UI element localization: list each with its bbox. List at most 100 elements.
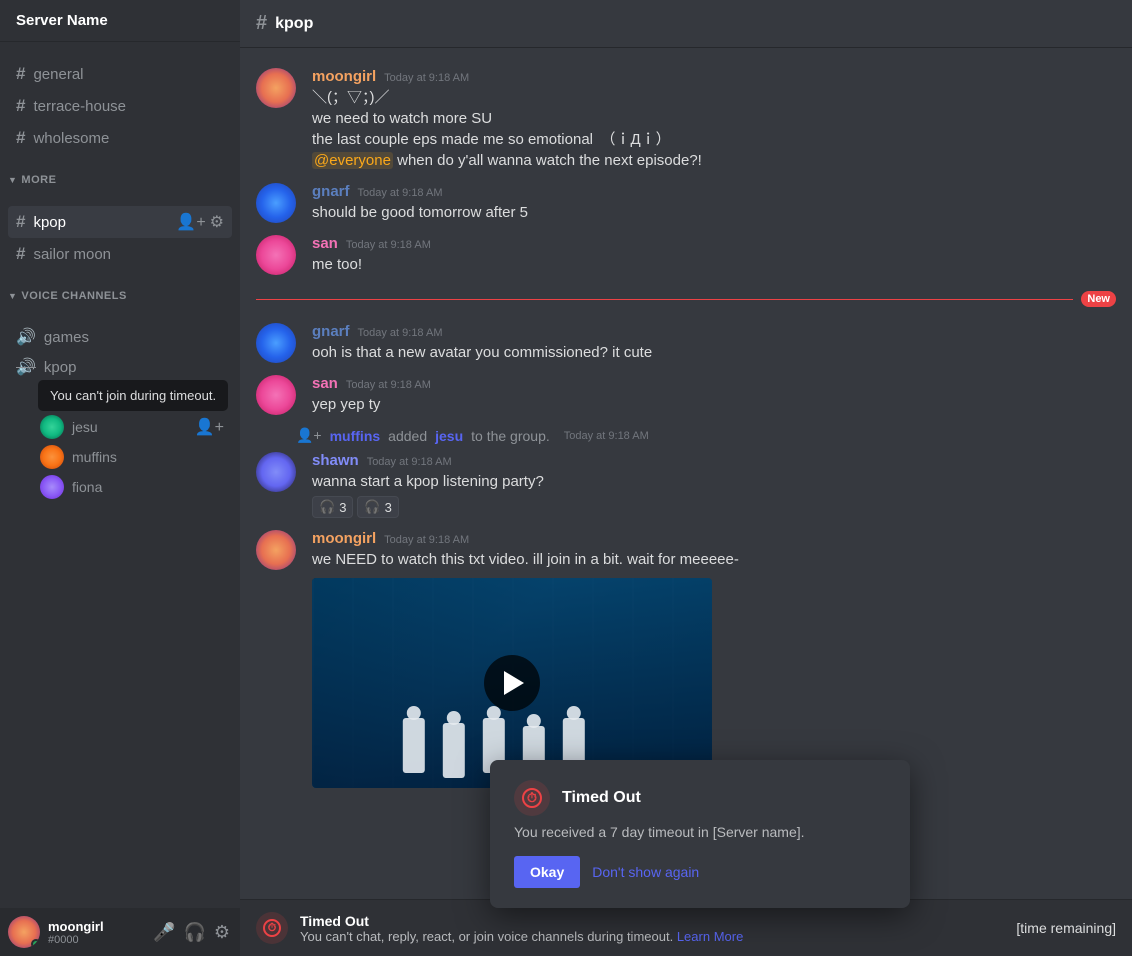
message-header-2: gnarf Today at 9:18 AM — [312, 183, 1116, 200]
video-embed[interactable] — [312, 578, 712, 788]
message-text-1d: @everyone when do y'all wanna watch the … — [312, 150, 1116, 171]
system-timestamp: Today at 9:18 AM — [564, 430, 649, 442]
message-group-moongirl-2: moongirl Today at 9:18 AM we NEED to wat… — [240, 526, 1132, 792]
timeout-bar-title: Timed Out — [300, 913, 1004, 929]
system-text-added: added — [388, 428, 427, 444]
text-channels-section: # general # terrace-house # wholesome — [0, 42, 240, 158]
settings-icon[interactable]: ⚙ — [212, 920, 232, 945]
message-text-4: ooh is that a new avatar you commissione… — [312, 342, 1116, 363]
reaction-headphone-1[interactable]: 🎧 3 — [312, 496, 353, 518]
timeout-bar-description-text: You can't chat, reply, react, or join vo… — [300, 929, 673, 944]
hash-icon: # — [16, 128, 25, 148]
user-panel: moongirl #0000 🎤 🎧 ⚙ — [0, 908, 240, 956]
play-button[interactable] — [484, 655, 540, 711]
hash-icon: # — [16, 244, 25, 264]
timeout-bar-text: Timed Out You can't chat, reply, react, … — [300, 913, 1004, 944]
speaker-muted-icon: 🔊 — [16, 357, 36, 377]
avatar-fiona — [40, 475, 64, 499]
chevron-icon: ▼ — [8, 175, 17, 185]
avatar-shawn-msg[interactable] — [256, 452, 296, 492]
message-author-gnarf-2[interactable]: gnarf — [312, 323, 350, 340]
channel-name-general: general — [33, 66, 83, 83]
timeout-clock-icon: ⏱ — [522, 788, 542, 808]
okay-button[interactable]: Okay — [514, 856, 580, 888]
channel-item-kpop[interactable]: # kpop 👤+ ⚙ — [8, 206, 232, 238]
microphone-icon[interactable]: 🎤 — [151, 920, 177, 945]
avatar-moongirl-2[interactable] — [256, 530, 296, 570]
hash-icon: # — [16, 64, 25, 84]
message-text-6: wanna start a kpop listening party? — [312, 471, 1116, 492]
message-author-shawn[interactable]: shawn — [312, 452, 359, 469]
speaker-icon: 🔊 — [16, 327, 36, 347]
message-everyone-text: when do y'all wanna watch the next episo… — [397, 152, 702, 169]
voice-channel-games[interactable]: 🔊 games — [8, 322, 232, 352]
message-author-san-2[interactable]: san — [312, 375, 338, 392]
settings-icon[interactable]: ⚙ — [210, 212, 224, 232]
modal-header: ⏱ Timed Out — [514, 780, 886, 816]
channel-item-wholesome[interactable]: # wholesome — [8, 122, 232, 154]
message-text-1a: ＼(；▽；)／ — [312, 87, 1116, 108]
timeout-bar-clock-icon: ⏱ — [263, 919, 281, 937]
voice-channel-name-games: games — [44, 329, 89, 346]
message-content-7: moongirl Today at 9:18 AM we NEED to wat… — [312, 530, 1116, 788]
message-header-7: moongirl Today at 9:18 AM — [312, 530, 1116, 547]
avatar-gnarf-1[interactable] — [256, 183, 296, 223]
voice-section-label: VOICE CHANNELS — [21, 290, 126, 302]
message-author-san[interactable]: san — [312, 235, 338, 252]
message-header-5: san Today at 9:18 AM — [312, 375, 1116, 392]
learn-more-link[interactable]: Learn More — [677, 929, 743, 944]
channel-item-general[interactable]: # general — [8, 58, 232, 90]
voice-member-jesu[interactable]: jesu 👤+ — [32, 412, 232, 442]
avatar-jesu — [40, 415, 64, 439]
user-avatar — [8, 916, 40, 948]
user-tag-display: #0000 — [48, 934, 143, 946]
dont-show-again-button[interactable]: Don't show again — [592, 864, 699, 880]
message-group-gnarf-1: gnarf Today at 9:18 AM should be good to… — [240, 179, 1132, 227]
message-author-moongirl[interactable]: moongirl — [312, 68, 376, 85]
add-member-icon[interactable]: 👤+ — [176, 212, 205, 232]
avatar-shawn — [40, 385, 64, 409]
message-timestamp-1: Today at 9:18 AM — [384, 72, 469, 84]
modal-title: Timed Out — [562, 789, 641, 807]
message-author-gnarf[interactable]: gnarf — [312, 183, 350, 200]
message-timestamp-5: Today at 9:18 AM — [346, 379, 431, 391]
avatar-gnarf-2[interactable] — [256, 323, 296, 363]
add-to-channel-icon[interactable]: 👤+ — [195, 417, 224, 437]
channel-name-terrace-house: terrace-house — [33, 98, 126, 115]
system-text-jesu[interactable]: jesu — [435, 428, 463, 444]
avatar-san-2[interactable] — [256, 375, 296, 415]
headphones-icon[interactable]: 🎧 — [181, 920, 207, 945]
voice-channel-kpop[interactable]: 🔊 kpop You can't join during timeout. — [8, 352, 232, 382]
reaction-headphone-2[interactable]: 🎧 3 — [357, 496, 398, 518]
message-text-7: we NEED to watch this txt video. ill joi… — [312, 549, 1116, 570]
message-group-shawn: shawn Today at 9:18 AM wanna start a kpo… — [240, 448, 1132, 522]
timeout-bar-desc: You can't chat, reply, react, or join vo… — [300, 929, 1004, 944]
hash-icon: # — [16, 212, 25, 232]
more-section-label[interactable]: ▼ MORE — [0, 158, 240, 190]
server-name[interactable]: Server Name — [0, 0, 240, 42]
voice-member-shawn[interactable]: shawn LIVE — [32, 382, 232, 412]
message-timestamp-6: Today at 9:18 AM — [367, 456, 452, 468]
voice-member-fiona[interactable]: fiona — [32, 472, 232, 502]
chevron-icon: ▼ — [8, 291, 17, 301]
channel-item-terrace-house[interactable]: # terrace-house — [8, 90, 232, 122]
new-messages-divider: New — [240, 283, 1132, 315]
avatar-san-1[interactable] — [256, 235, 296, 275]
more-channels-section: # kpop 👤+ ⚙ # sailor moon — [0, 190, 240, 274]
timeout-bar-icon: ⏱ — [256, 912, 288, 944]
video-thumbnail — [312, 578, 712, 788]
avatar-moongirl-1[interactable] — [256, 68, 296, 108]
system-message-add-user: 👤+ muffins added jesu to the group. Toda… — [240, 423, 1132, 448]
message-group-san-1: san Today at 9:18 AM me too! — [240, 231, 1132, 279]
voice-channels-section-label[interactable]: ▼ VOICE CHANNELS — [0, 274, 240, 306]
message-timestamp-2: Today at 9:18 AM — [358, 187, 443, 199]
system-text-muffins[interactable]: muffins — [330, 428, 381, 444]
message-text-1c: the last couple eps made me so emotional… — [312, 129, 1116, 150]
new-messages-badge: New — [1081, 291, 1116, 307]
message-text-2: should be good tomorrow after 5 — [312, 202, 1116, 223]
voice-member-muffins[interactable]: muffins — [32, 442, 232, 472]
chat-channel-name: kpop — [275, 15, 313, 33]
message-author-moongirl-2[interactable]: moongirl — [312, 530, 376, 547]
channel-item-sailor-moon[interactable]: # sailor moon — [8, 238, 232, 270]
message-content-2: gnarf Today at 9:18 AM should be good to… — [312, 183, 1116, 223]
